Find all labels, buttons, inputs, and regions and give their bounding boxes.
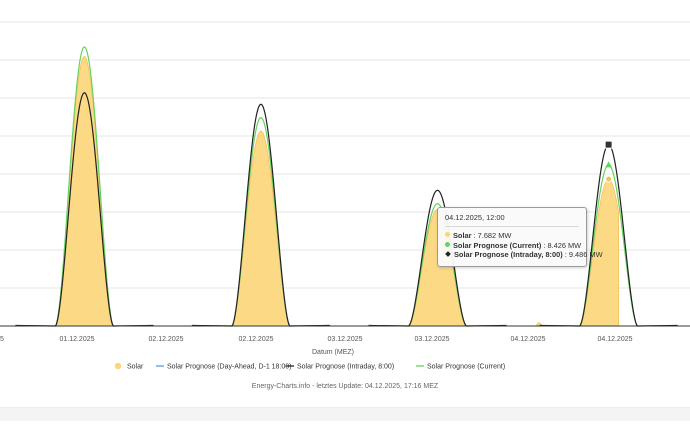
tooltip-row-intraday: Solar Prognose (Intraday, 8:00) : 9.486 … <box>445 250 603 260</box>
legend-label-solar: Solar <box>127 364 144 371</box>
x-tick-label: 01.12.2025 <box>59 336 94 343</box>
tooltip-value-solar: 7.682 MW <box>477 231 512 240</box>
solar-area-day-2 <box>231 130 291 327</box>
solar-area-day-1 <box>54 55 115 327</box>
x-axis-title: Datum (MEZ) <box>312 349 354 356</box>
tooltip-row-solar: Solar : 7.682 MW <box>445 231 579 241</box>
hover-marker-solar <box>605 175 613 183</box>
tooltip-row-current: Solar Prognose (Current) : 8.426 MW <box>445 240 582 251</box>
tooltip-timestamp: 04.12.2025, 12:00 <box>445 213 505 222</box>
legend-label: Solar Prognose (Current) <box>427 364 505 371</box>
tooltip-value-current: 8.426 MW <box>547 240 582 250</box>
tooltip-marker-current <box>445 241 450 247</box>
hover-marker-current <box>605 161 613 168</box>
hover-marker-intraday <box>604 140 613 149</box>
legend-marker-solar <box>114 362 122 370</box>
hover-markers <box>604 140 613 183</box>
bottom-strip <box>0 407 690 421</box>
series-current <box>15 46 678 327</box>
x-tick-label: 04.12.2025 <box>510 336 545 343</box>
tooltip-value-intraday: 9.486 MW <box>568 250 603 260</box>
tooltip-name-current: Solar Prognose (Current) <box>453 240 542 250</box>
chart-tooltip: 04.12.2025, 12:00 Solar : 7.682 MW Solar… <box>437 207 603 267</box>
x-tick-label: 04.12.2025 <box>597 336 632 343</box>
x-tick-label: 5 <box>0 336 4 343</box>
x-tick-label: 03.12.2025 <box>327 336 362 343</box>
series-solar <box>54 55 619 327</box>
tooltip-name-solar: Solar <box>453 231 472 240</box>
tooltip-marker-intraday <box>445 251 451 258</box>
chart-credits: Energy-Charts.info - letztes Update: 04.… <box>251 383 439 390</box>
x-tick-label: 03.12.2025 <box>414 336 449 343</box>
legend: Solar Solar Prognose (Day-Ahead, D-1 18:0… <box>114 362 505 371</box>
x-tick-label: 02.12.2025 <box>148 336 183 343</box>
legend-label: Solar Prognose (Day-Ahead, D-1 18:00) <box>167 364 292 371</box>
x-tick-label: 02.12.2025 <box>238 336 273 343</box>
tooltip-divider <box>445 226 579 227</box>
legend-label: Solar Prognose (Intraday, 8:00) <box>297 364 394 371</box>
tooltip-name-intraday: Solar Prognose (Intraday, 8:00) <box>454 250 563 260</box>
tooltip-marker-solar <box>445 232 450 237</box>
